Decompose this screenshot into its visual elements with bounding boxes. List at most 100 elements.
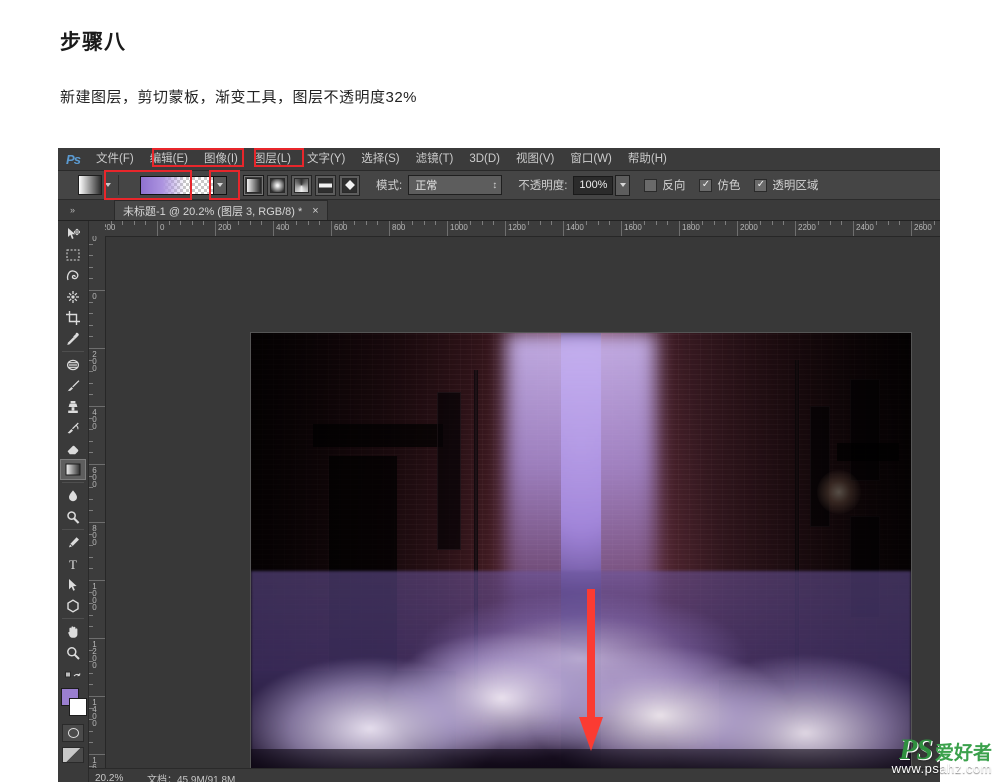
- type-tool[interactable]: T: [60, 553, 86, 574]
- lasso-tool[interactable]: [60, 265, 86, 286]
- move-tool[interactable]: [60, 223, 86, 244]
- ruler-minor-tick: [667, 221, 669, 225]
- diamond-gradient-button[interactable]: [339, 174, 360, 196]
- background-color-swatch[interactable]: [69, 698, 87, 716]
- ruler-tick: [89, 580, 105, 581]
- opacity-input[interactable]: 100%: [573, 175, 614, 195]
- dodge-tool[interactable]: [60, 506, 86, 527]
- angle-gradient-button[interactable]: [291, 174, 312, 196]
- pen-tool[interactable]: [60, 532, 86, 553]
- ruler-minor-tick: [191, 221, 193, 225]
- ruler-minor-tick: [551, 221, 553, 225]
- dither-checkbox-row[interactable]: ✓ 仿色: [699, 177, 740, 193]
- ruler-minor-tick: [841, 221, 843, 225]
- artwork-image[interactable]: [250, 332, 912, 782]
- ruler-minor-tick: [516, 221, 518, 225]
- ruler-label: 0: [160, 223, 165, 232]
- gradient-preset-swatch[interactable]: [140, 175, 214, 195]
- ruler-minor-tick: [771, 221, 773, 225]
- ruler-minor-tick: [249, 221, 251, 225]
- document-tab[interactable]: 未标题-1 @ 20.2% (图层 3, RGB/8) * ×: [114, 200, 328, 220]
- panel-expander-icon[interactable]: »: [58, 200, 86, 220]
- eyedropper-tool[interactable]: [60, 328, 86, 349]
- ruler-minor-tick: [89, 475, 93, 477]
- opacity-dropdown-icon[interactable]: [615, 174, 631, 196]
- healing-brush-tool[interactable]: [60, 354, 86, 375]
- reverse-checkbox[interactable]: [644, 178, 658, 192]
- hand-tool[interactable]: [60, 621, 86, 642]
- document-tab-bar: » 未标题-1 @ 20.2% (图层 3, RGB/8) * ×: [58, 148, 940, 221]
- menu-type[interactable]: 文字(Y): [299, 148, 353, 170]
- menu-image[interactable]: 图像(I): [196, 148, 246, 170]
- menu-file[interactable]: 文件(F): [88, 148, 142, 170]
- ruler-minor-tick: [89, 382, 93, 384]
- menu-view[interactable]: 视图(V): [508, 148, 562, 170]
- screen-mode-icon[interactable]: [62, 747, 84, 763]
- linear-gradient-button[interactable]: [243, 174, 264, 196]
- ruler-tick: [89, 696, 105, 697]
- ruler-label: 400: [276, 223, 290, 232]
- ruler-minor-tick: [89, 626, 93, 628]
- ruler-minor-tick: [180, 221, 182, 225]
- transparency-checkbox-row[interactable]: ✓ 透明区域: [754, 177, 818, 193]
- ruler-minor-tick: [89, 324, 93, 326]
- gradient-tool[interactable]: [60, 459, 86, 480]
- ruler-minor-tick: [760, 221, 762, 225]
- ruler-minor-tick: [89, 452, 93, 454]
- gradient-preset-dropdown-icon[interactable]: [214, 175, 227, 195]
- history-brush-tool[interactable]: [60, 417, 86, 438]
- path-selection-tool[interactable]: [60, 574, 86, 595]
- zoom-tool[interactable]: [60, 642, 86, 663]
- ruler-minor-tick: [307, 221, 309, 225]
- ruler-minor-tick: [89, 429, 93, 431]
- color-swatches[interactable]: [60, 688, 87, 718]
- reverse-checkbox-row[interactable]: 反向: [644, 177, 685, 193]
- menu-bar: Ps 文件(F) 编辑(E) 图像(I) 图层(L) 文字(Y) 选择(S) 滤…: [58, 148, 940, 171]
- ruler-minor-tick: [89, 336, 93, 338]
- ruler-minor-tick: [89, 440, 93, 442]
- menu-edit[interactable]: 编辑(E): [142, 148, 196, 170]
- menu-help[interactable]: 帮助(H): [620, 148, 675, 170]
- transparency-checkbox[interactable]: ✓: [754, 178, 768, 192]
- menu-filter[interactable]: 滤镜(T): [408, 148, 462, 170]
- tool-preset-caret-icon[interactable]: [105, 183, 111, 187]
- eraser-tool[interactable]: [60, 438, 86, 459]
- ruler-minor-tick: [89, 730, 93, 732]
- page-title: 步骤八: [60, 30, 126, 54]
- ruler-minor-tick: [122, 221, 124, 225]
- quick-mask-icon[interactable]: [62, 724, 84, 742]
- ruler-label: 200: [218, 223, 232, 232]
- edit-toolbar-icon[interactable]: [60, 663, 86, 684]
- menu-layer[interactable]: 图层(L): [246, 148, 299, 170]
- crop-tool[interactable]: [60, 307, 86, 328]
- ruler-minor-tick: [89, 719, 93, 721]
- blend-mode-select[interactable]: 正常: [408, 175, 503, 195]
- brush-tool[interactable]: [60, 375, 86, 396]
- marquee-tool[interactable]: [60, 244, 86, 265]
- clone-stamp-tool[interactable]: [60, 396, 86, 417]
- ruler-minor-tick: [89, 765, 93, 767]
- mode-label: 模式:: [376, 180, 403, 192]
- tool-preset-picker-icon[interactable]: [78, 175, 102, 195]
- horizontal-ruler: 2000200400600800100012001400160018002000…: [105, 221, 940, 237]
- reflected-gradient-button[interactable]: [315, 174, 336, 196]
- dither-checkbox[interactable]: ✓: [699, 178, 713, 192]
- blur-tool[interactable]: [60, 485, 86, 506]
- radial-gradient-button[interactable]: [267, 174, 288, 196]
- close-icon[interactable]: ×: [312, 205, 318, 217]
- ruler-minor-tick: [829, 221, 831, 225]
- ruler-minor-tick: [887, 221, 889, 225]
- menu-3d[interactable]: 3D(D): [461, 148, 508, 170]
- menu-select[interactable]: 选择(S): [353, 148, 407, 170]
- ruler-tick: [89, 522, 105, 523]
- ruler-minor-tick: [725, 221, 727, 225]
- zoom-level[interactable]: 20.2%: [95, 773, 137, 782]
- canvas-viewport[interactable]: [106, 237, 940, 782]
- magic-wand-tool[interactable]: [60, 286, 86, 307]
- workspace: T 00 0 200 400 600 800 1000 1200 1400 16…: [58, 221, 940, 782]
- shape-tool[interactable]: [60, 595, 86, 616]
- ruler-minor-tick: [470, 221, 472, 225]
- ruler-minor-tick: [89, 278, 93, 280]
- menu-window[interactable]: 窗口(W): [562, 148, 620, 170]
- gradient-preset-picker[interactable]: [140, 175, 227, 195]
